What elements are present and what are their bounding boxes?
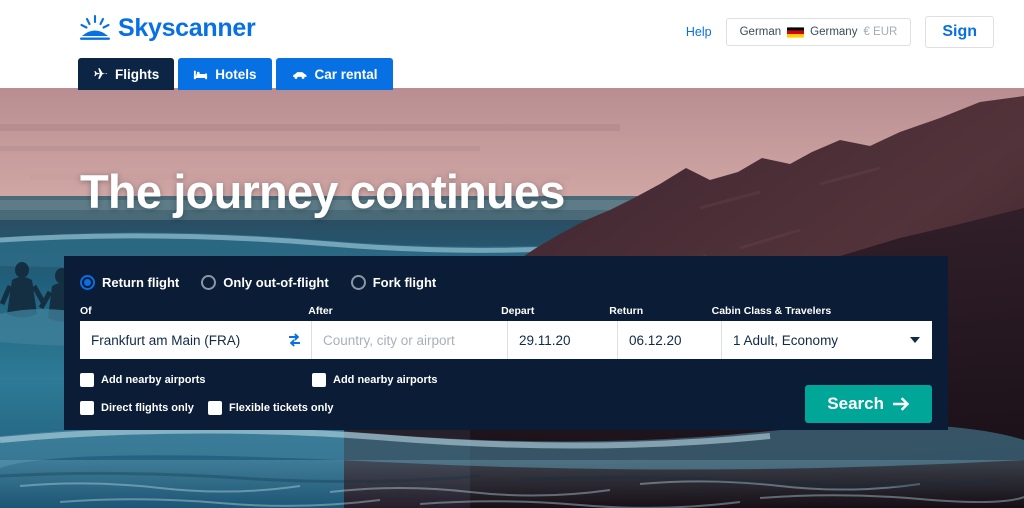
- radio-indicator: [201, 274, 217, 290]
- locale-country: Germany: [810, 26, 858, 38]
- sunrise-icon: [80, 14, 110, 40]
- help-link[interactable]: Help: [686, 25, 712, 39]
- radio-indicator: [80, 274, 95, 290]
- origin-value: Frankfurt am Main (FRA): [91, 332, 241, 348]
- sign-in-button[interactable]: Sign: [925, 16, 994, 48]
- checkbox-direct-flights-only[interactable]: Direct flights only: [80, 401, 198, 415]
- field-labels-row: Of After Depart Return Cabin Class & Tra…: [80, 305, 932, 318]
- cabin-class-select[interactable]: 1 Adult, Economy: [722, 321, 932, 359]
- checkbox-origin-nearby-airports[interactable]: Add nearby airports: [80, 373, 312, 387]
- checkbox-row-top: Add nearby airports Add nearby airports: [80, 371, 932, 389]
- label-cabin-class: Cabin Class & Travelers: [711, 305, 832, 317]
- locale-currency: € EUR: [863, 26, 898, 38]
- locale-selector[interactable]: German Germany € EUR: [725, 18, 912, 46]
- checkbox-indicator: [208, 401, 222, 415]
- label-destination: After: [308, 305, 333, 317]
- search-button[interactable]: Search: [805, 385, 932, 423]
- arrow-right-icon: [893, 397, 910, 411]
- locale-language: German: [739, 26, 782, 38]
- germany-flag-icon: [787, 26, 805, 38]
- bed-icon: [194, 70, 208, 79]
- origin-input[interactable]: Frankfurt am Main (FRA): [80, 321, 312, 359]
- checkbox-flexible-tickets-only[interactable]: Flexible tickets only: [208, 401, 334, 415]
- return-date-value: 06.12.20: [629, 332, 682, 348]
- label-return: Return: [609, 305, 644, 317]
- airplane-icon: [94, 67, 108, 79]
- checkbox-indicator: [312, 373, 326, 387]
- tab-flights[interactable]: Flights: [78, 58, 175, 90]
- skyscanner-homepage: The journey continues Return flight Only…: [0, 0, 1024, 508]
- radio-indicator: [350, 274, 366, 290]
- tab-hotels-label: Hotels: [215, 66, 257, 82]
- hero-section: The journey continues Return flight Only…: [0, 88, 1024, 508]
- return-date-input[interactable]: 06.12.20: [618, 321, 722, 359]
- cabin-class-value: 1 Adult, Economy: [733, 332, 839, 348]
- tab-hotels[interactable]: Hotels: [178, 58, 272, 90]
- search-button-label: Search: [827, 394, 884, 413]
- destination-placeholder: Country, city or airport: [323, 332, 455, 348]
- radio-only-out-of-flight[interactable]: Only out-of-flight: [201, 274, 329, 290]
- page-title: The journey continues: [80, 165, 565, 218]
- header-actions: Help German Germany € EUR Sign: [686, 16, 994, 48]
- tab-flights-label: Flights: [115, 66, 160, 82]
- tab-car-rental-label: Car rental: [314, 66, 378, 82]
- destination-input[interactable]: Country, city or airport: [312, 321, 508, 359]
- checkbox-row-bottom: Direct flights only Flexible tickets onl…: [80, 385, 932, 423]
- label-depart: Depart: [501, 305, 535, 317]
- tab-car-rental[interactable]: Car rental: [275, 58, 393, 90]
- logo-text: Skyscanner: [118, 14, 256, 42]
- chevron-down-icon: [910, 337, 920, 343]
- search-fields-row: Frankfurt am Main (FRA) Country, city or…: [80, 321, 932, 359]
- logo[interactable]: Skyscanner: [78, 14, 256, 42]
- checkbox-indicator: [80, 373, 94, 387]
- checkbox-destination-nearby-airports[interactable]: Add nearby airports: [312, 373, 438, 387]
- depart-date-value: 29.11.20: [519, 332, 571, 348]
- car-icon: [292, 71, 307, 79]
- depart-date-input[interactable]: 29.11.20: [508, 321, 618, 359]
- primary-nav-tabs: Flights Hotels Car rental: [78, 58, 393, 90]
- radio-return-flight[interactable]: Return flight: [80, 274, 179, 290]
- radio-fork-flight[interactable]: Fork flight: [350, 274, 436, 290]
- label-origin: Of: [80, 305, 92, 317]
- flight-search-panel: Return flight Only out-of-flight Fork fl…: [64, 256, 948, 430]
- swap-arrows-icon[interactable]: [287, 333, 302, 348]
- checkbox-indicator: [80, 401, 94, 415]
- trip-type-radio-group: Return flight Only out-of-flight Fork fl…: [80, 270, 932, 294]
